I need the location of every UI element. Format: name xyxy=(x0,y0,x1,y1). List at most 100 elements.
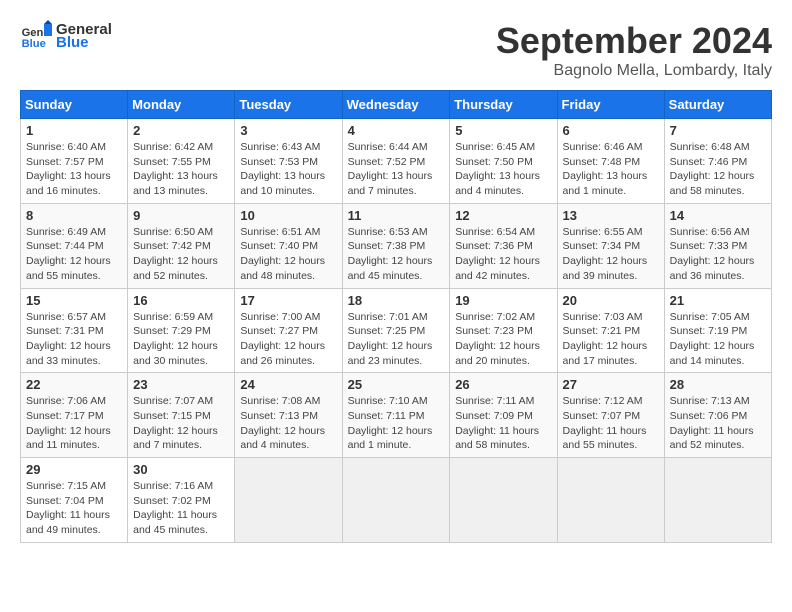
day-info: Sunrise: 6:57 AM Sunset: 7:31 PM Dayligh… xyxy=(26,310,122,369)
day-info: Sunrise: 6:50 AM Sunset: 7:42 PM Dayligh… xyxy=(133,225,229,284)
day-info: Sunrise: 7:07 AM Sunset: 7:15 PM Dayligh… xyxy=(133,394,229,453)
day-info: Sunrise: 7:06 AM Sunset: 7:17 PM Dayligh… xyxy=(26,394,122,453)
table-row: 16 Sunrise: 6:59 AM Sunset: 7:29 PM Dayl… xyxy=(128,288,235,373)
day-number: 15 xyxy=(26,293,122,308)
table-row: 9 Sunrise: 6:50 AM Sunset: 7:42 PM Dayli… xyxy=(128,203,235,288)
table-row: 22 Sunrise: 7:06 AM Sunset: 7:17 PM Dayl… xyxy=(21,373,128,458)
table-row: 25 Sunrise: 7:10 AM Sunset: 7:11 PM Dayl… xyxy=(342,373,450,458)
day-info: Sunrise: 7:16 AM Sunset: 7:02 PM Dayligh… xyxy=(133,479,229,538)
calendar-table: Sunday Monday Tuesday Wednesday Thursday… xyxy=(20,90,772,543)
day-number: 27 xyxy=(563,377,659,392)
day-info: Sunrise: 7:03 AM Sunset: 7:21 PM Dayligh… xyxy=(563,310,659,369)
calendar-header-row: Sunday Monday Tuesday Wednesday Thursday… xyxy=(21,91,772,119)
day-number: 5 xyxy=(455,123,551,138)
table-row: 19 Sunrise: 7:02 AM Sunset: 7:23 PM Dayl… xyxy=(450,288,557,373)
table-row: 2 Sunrise: 6:42 AM Sunset: 7:55 PM Dayli… xyxy=(128,119,235,204)
table-row xyxy=(557,458,664,543)
day-number: 21 xyxy=(670,293,766,308)
day-info: Sunrise: 7:12 AM Sunset: 7:07 PM Dayligh… xyxy=(563,394,659,453)
day-number: 16 xyxy=(133,293,229,308)
table-row: 14 Sunrise: 6:56 AM Sunset: 7:33 PM Dayl… xyxy=(664,203,771,288)
table-row: 18 Sunrise: 7:01 AM Sunset: 7:25 PM Dayl… xyxy=(342,288,450,373)
day-info: Sunrise: 6:43 AM Sunset: 7:53 PM Dayligh… xyxy=(240,140,336,199)
day-number: 23 xyxy=(133,377,229,392)
table-row xyxy=(342,458,450,543)
table-row: 13 Sunrise: 6:55 AM Sunset: 7:34 PM Dayl… xyxy=(557,203,664,288)
day-number: 2 xyxy=(133,123,229,138)
day-info: Sunrise: 6:42 AM Sunset: 7:55 PM Dayligh… xyxy=(133,140,229,199)
day-number: 30 xyxy=(133,462,229,477)
day-number: 12 xyxy=(455,208,551,223)
table-row xyxy=(450,458,557,543)
calendar-week-row: 1 Sunrise: 6:40 AM Sunset: 7:57 PM Dayli… xyxy=(21,119,772,204)
calendar-week-row: 8 Sunrise: 6:49 AM Sunset: 7:44 PM Dayli… xyxy=(21,203,772,288)
day-info: Sunrise: 7:05 AM Sunset: 7:19 PM Dayligh… xyxy=(670,310,766,369)
day-info: Sunrise: 6:49 AM Sunset: 7:44 PM Dayligh… xyxy=(26,225,122,284)
day-info: Sunrise: 6:53 AM Sunset: 7:38 PM Dayligh… xyxy=(348,225,445,284)
day-number: 9 xyxy=(133,208,229,223)
table-row: 29 Sunrise: 7:15 AM Sunset: 7:04 PM Dayl… xyxy=(21,458,128,543)
day-info: Sunrise: 7:01 AM Sunset: 7:25 PM Dayligh… xyxy=(348,310,445,369)
day-number: 14 xyxy=(670,208,766,223)
table-row: 23 Sunrise: 7:07 AM Sunset: 7:15 PM Dayl… xyxy=(128,373,235,458)
logo-icon: General Blue xyxy=(20,20,52,52)
col-saturday: Saturday xyxy=(664,91,771,119)
day-number: 28 xyxy=(670,377,766,392)
col-thursday: Thursday xyxy=(450,91,557,119)
table-row: 24 Sunrise: 7:08 AM Sunset: 7:13 PM Dayl… xyxy=(235,373,342,458)
day-number: 8 xyxy=(26,208,122,223)
month-title: September 2024 xyxy=(496,20,772,62)
day-info: Sunrise: 6:55 AM Sunset: 7:34 PM Dayligh… xyxy=(563,225,659,284)
table-row: 30 Sunrise: 7:16 AM Sunset: 7:02 PM Dayl… xyxy=(128,458,235,543)
location-subtitle: Bagnolo Mella, Lombardy, Italy xyxy=(496,62,772,80)
day-number: 10 xyxy=(240,208,336,223)
day-number: 1 xyxy=(26,123,122,138)
day-info: Sunrise: 7:02 AM Sunset: 7:23 PM Dayligh… xyxy=(455,310,551,369)
day-number: 18 xyxy=(348,293,445,308)
table-row: 8 Sunrise: 6:49 AM Sunset: 7:44 PM Dayli… xyxy=(21,203,128,288)
page-header: General Blue General Blue September 2024… xyxy=(20,20,772,80)
day-info: Sunrise: 6:54 AM Sunset: 7:36 PM Dayligh… xyxy=(455,225,551,284)
table-row: 27 Sunrise: 7:12 AM Sunset: 7:07 PM Dayl… xyxy=(557,373,664,458)
col-monday: Monday xyxy=(128,91,235,119)
day-number: 7 xyxy=(670,123,766,138)
day-info: Sunrise: 6:59 AM Sunset: 7:29 PM Dayligh… xyxy=(133,310,229,369)
table-row: 12 Sunrise: 6:54 AM Sunset: 7:36 PM Dayl… xyxy=(450,203,557,288)
day-info: Sunrise: 7:08 AM Sunset: 7:13 PM Dayligh… xyxy=(240,394,336,453)
calendar-week-row: 29 Sunrise: 7:15 AM Sunset: 7:04 PM Dayl… xyxy=(21,458,772,543)
table-row: 21 Sunrise: 7:05 AM Sunset: 7:19 PM Dayl… xyxy=(664,288,771,373)
title-area: September 2024 Bagnolo Mella, Lombardy, … xyxy=(496,20,772,80)
table-row: 1 Sunrise: 6:40 AM Sunset: 7:57 PM Dayli… xyxy=(21,119,128,204)
table-row xyxy=(235,458,342,543)
day-info: Sunrise: 6:44 AM Sunset: 7:52 PM Dayligh… xyxy=(348,140,445,199)
logo: General Blue General Blue xyxy=(20,20,112,52)
day-info: Sunrise: 7:11 AM Sunset: 7:09 PM Dayligh… xyxy=(455,394,551,453)
day-info: Sunrise: 6:46 AM Sunset: 7:48 PM Dayligh… xyxy=(563,140,659,199)
day-info: Sunrise: 6:40 AM Sunset: 7:57 PM Dayligh… xyxy=(26,140,122,199)
day-info: Sunrise: 6:51 AM Sunset: 7:40 PM Dayligh… xyxy=(240,225,336,284)
day-info: Sunrise: 7:10 AM Sunset: 7:11 PM Dayligh… xyxy=(348,394,445,453)
day-number: 17 xyxy=(240,293,336,308)
table-row: 6 Sunrise: 6:46 AM Sunset: 7:48 PM Dayli… xyxy=(557,119,664,204)
col-wednesday: Wednesday xyxy=(342,91,450,119)
table-row: 5 Sunrise: 6:45 AM Sunset: 7:50 PM Dayli… xyxy=(450,119,557,204)
svg-text:Blue: Blue xyxy=(22,38,46,50)
table-row: 7 Sunrise: 6:48 AM Sunset: 7:46 PM Dayli… xyxy=(664,119,771,204)
table-row: 26 Sunrise: 7:11 AM Sunset: 7:09 PM Dayl… xyxy=(450,373,557,458)
day-number: 20 xyxy=(563,293,659,308)
day-info: Sunrise: 7:15 AM Sunset: 7:04 PM Dayligh… xyxy=(26,479,122,538)
day-info: Sunrise: 6:48 AM Sunset: 7:46 PM Dayligh… xyxy=(670,140,766,199)
day-number: 11 xyxy=(348,208,445,223)
calendar-week-row: 15 Sunrise: 6:57 AM Sunset: 7:31 PM Dayl… xyxy=(21,288,772,373)
day-number: 13 xyxy=(563,208,659,223)
day-number: 22 xyxy=(26,377,122,392)
day-number: 25 xyxy=(348,377,445,392)
day-info: Sunrise: 7:13 AM Sunset: 7:06 PM Dayligh… xyxy=(670,394,766,453)
calendar-week-row: 22 Sunrise: 7:06 AM Sunset: 7:17 PM Dayl… xyxy=(21,373,772,458)
table-row: 20 Sunrise: 7:03 AM Sunset: 7:21 PM Dayl… xyxy=(557,288,664,373)
table-row: 3 Sunrise: 6:43 AM Sunset: 7:53 PM Dayli… xyxy=(235,119,342,204)
day-info: Sunrise: 6:45 AM Sunset: 7:50 PM Dayligh… xyxy=(455,140,551,199)
table-row: 15 Sunrise: 6:57 AM Sunset: 7:31 PM Dayl… xyxy=(21,288,128,373)
day-info: Sunrise: 6:56 AM Sunset: 7:33 PM Dayligh… xyxy=(670,225,766,284)
table-row: 10 Sunrise: 6:51 AM Sunset: 7:40 PM Dayl… xyxy=(235,203,342,288)
